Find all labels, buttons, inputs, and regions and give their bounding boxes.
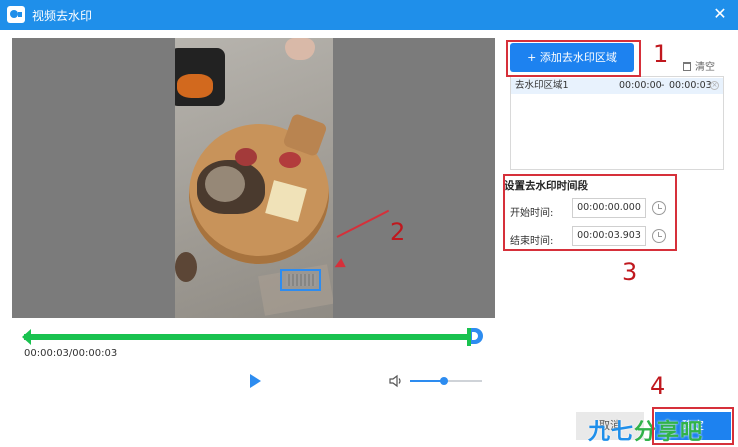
bread-image	[197, 160, 265, 214]
region-list: 去水印区域1 00:00:00 - 00:00:03 ×	[510, 76, 724, 170]
speaker-icon[interactable]	[388, 373, 404, 389]
title-bar: 视频去水印 ✕	[0, 0, 738, 30]
fig-image	[279, 152, 301, 168]
fig-image	[235, 148, 257, 166]
volume-fill	[410, 380, 444, 382]
annotation-number-1: 1	[653, 40, 669, 68]
region-end: 00:00:03	[669, 80, 712, 91]
time-display: 00:00:03/00:00:03	[24, 348, 118, 359]
fruit-image	[177, 74, 213, 98]
logo-text: 九七	[588, 420, 635, 445]
remove-region-icon[interactable]: ×	[710, 81, 719, 90]
annotation-box-4	[652, 407, 734, 445]
trash-icon	[683, 62, 691, 71]
close-button[interactable]: ✕	[710, 4, 730, 24]
region-separator: -	[661, 80, 665, 91]
video-preview[interactable]	[12, 38, 495, 318]
region-name: 去水印区域1	[515, 80, 569, 91]
trim-end-handle[interactable]	[471, 328, 483, 344]
volume-slider[interactable]	[410, 377, 482, 385]
window-title: 视频去水印	[32, 9, 93, 23]
region-start: 00:00:00	[619, 80, 662, 91]
annotation-box-3	[503, 174, 677, 251]
camera-icon	[7, 6, 25, 23]
annotation-number-4: 4	[650, 372, 666, 400]
play-icon[interactable]	[250, 374, 261, 388]
clear-button[interactable]: 清空	[683, 58, 715, 73]
trim-start-handle[interactable]	[22, 329, 31, 345]
watermark-selection-box[interactable]	[280, 269, 321, 291]
trim-timeline[interactable]	[22, 328, 483, 346]
player-panel: 00:00:03/00:00:03	[0, 30, 498, 408]
timeline-track	[24, 334, 473, 340]
hand-image	[285, 38, 315, 60]
annotation-number-3: 3	[622, 258, 638, 286]
annotation-number-2: 2	[390, 218, 406, 246]
onion-image	[175, 252, 197, 282]
list-item[interactable]: 去水印区域1 00:00:00 - 00:00:03 ×	[511, 78, 723, 94]
annotation-box-1	[506, 40, 641, 77]
volume-knob[interactable]	[439, 377, 448, 385]
clear-label: 清空	[695, 62, 715, 73]
